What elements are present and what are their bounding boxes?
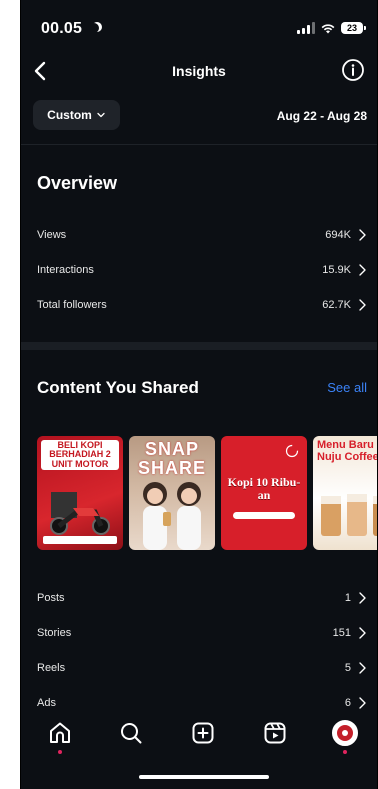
date-range[interactable]: Aug 22 - Aug 28 <box>277 109 367 123</box>
row-value-group: 5 <box>345 661 367 675</box>
row-label: Reels <box>37 662 66 674</box>
row-label: Interactions <box>37 264 94 276</box>
row-value-group: 1 <box>345 591 367 605</box>
content-thumbnails: BELI KOPI BERHADIAH 2 UNIT MOTOR SNAP SH… <box>37 436 377 550</box>
profile-notification-dot <box>343 750 347 754</box>
wifi-icon <box>321 23 335 33</box>
status-bar: 00.05 23 <box>21 0 377 60</box>
content-row-reels[interactable]: Reels 5 <box>37 658 367 678</box>
thumbnail-caption: Kopi 10 Ribu-an <box>227 475 301 502</box>
row-value: 694K <box>325 229 351 241</box>
search-icon[interactable] <box>118 720 144 746</box>
system-icons: 23 <box>297 22 366 34</box>
content-shared-heading: Content You Shared <box>37 378 199 397</box>
content-row-ads[interactable]: Ads 6 <box>37 693 367 713</box>
nav-bar: Insights <box>21 55 377 89</box>
home-notification-dot <box>58 750 62 754</box>
custom-range-label: Custom <box>47 108 92 122</box>
row-value-group: 15.9K <box>322 263 367 277</box>
see-all-link[interactable]: See all <box>327 380 367 395</box>
chevron-down-icon <box>97 112 105 118</box>
page-title: Insights <box>172 63 226 79</box>
overview-row-interactions[interactable]: Interactions 15.9K <box>37 260 367 280</box>
overview-row-views[interactable]: Views 694K <box>37 225 367 245</box>
content-row-stories[interactable]: Stories 151 <box>37 623 367 643</box>
content-thumbnail[interactable]: BELI KOPI BERHADIAH 2 UNIT MOTOR <box>37 436 123 550</box>
thumbnail-caption: SNAP SHARE <box>137 439 206 478</box>
chevron-right-icon <box>359 697 366 709</box>
content-row-posts[interactable]: Posts 1 <box>37 588 367 608</box>
motorcycle-image <box>50 492 110 535</box>
thumbnail-banner <box>43 536 117 544</box>
info-icon[interactable] <box>341 58 365 82</box>
row-label: Posts <box>37 592 65 604</box>
bottom-tab-bar <box>21 712 377 757</box>
row-value: 151 <box>332 627 351 639</box>
status-time: 00.05 <box>41 20 99 38</box>
time-text: 00.05 <box>41 20 83 37</box>
row-value-group: 694K <box>325 228 367 242</box>
row-value: 1 <box>344 592 351 604</box>
row-value: 15.9K <box>322 264 351 276</box>
signal-icon <box>297 22 315 34</box>
profile-avatar[interactable] <box>332 720 358 746</box>
reels-icon[interactable] <box>262 720 288 746</box>
thumbnail-banner <box>233 512 295 519</box>
chevron-right-icon <box>359 627 366 639</box>
divider <box>21 144 377 145</box>
battery-icon: 23 <box>341 22 366 34</box>
people-image <box>143 482 201 550</box>
create-icon[interactable] <box>190 720 216 746</box>
row-value: 5 <box>344 662 351 674</box>
row-value: 62.7K <box>322 299 351 311</box>
thumbnail-caption: Menu Baru di Nuju Coffee <box>317 439 377 463</box>
content-thumbnail[interactable]: SNAP SHARE <box>129 436 215 550</box>
home-indicator[interactable] <box>139 775 269 779</box>
row-value-group: 62.7K <box>322 298 367 312</box>
row-label: Ads <box>37 697 56 709</box>
row-label: Total followers <box>37 299 107 311</box>
custom-range-button[interactable]: Custom <box>33 100 120 130</box>
drinks-image <box>321 494 377 536</box>
avatar-logo <box>337 725 353 741</box>
loading-icon <box>285 444 299 458</box>
battery-level: 23 <box>346 23 357 33</box>
content-thumbnail[interactable]: Menu Baru di Nuju Coffee <box>313 436 377 550</box>
row-value-group: 151 <box>333 626 367 640</box>
chevron-right-icon <box>359 299 366 311</box>
row-label: Stories <box>37 627 72 639</box>
chevron-right-icon <box>359 264 366 276</box>
moon-icon <box>89 23 99 33</box>
thumbnail-caption: BELI KOPI BERHADIAH 2 UNIT MOTOR <box>41 440 119 471</box>
home-icon[interactable] <box>47 720 73 746</box>
filter-row: Custom Aug 22 - Aug 28 <box>21 100 377 130</box>
content-thumbnail[interactable]: Kopi 10 Ribu-an <box>221 436 307 550</box>
overview-row-total-followers[interactable]: Total followers 62.7K <box>37 295 367 315</box>
row-value: 6 <box>344 697 351 709</box>
chevron-right-icon <box>359 662 366 674</box>
chevron-right-icon <box>359 592 366 604</box>
row-label: Views <box>37 229 67 241</box>
row-value-group: 6 <box>345 696 367 710</box>
overview-heading: Overview <box>37 173 118 193</box>
section-separator <box>21 342 377 350</box>
chevron-right-icon <box>359 229 366 241</box>
phone-screen: 00.05 23 Insights Custom Aug 22 - Aug 28… <box>20 0 378 789</box>
